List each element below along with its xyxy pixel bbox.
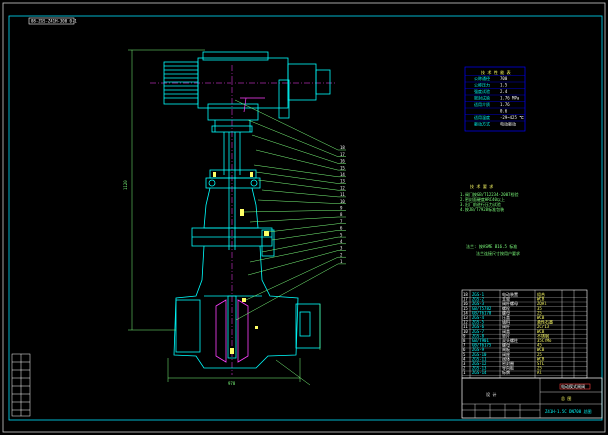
callout-number: 5 (340, 232, 343, 237)
note-4: 4.按JB/T7928标准包装 (460, 206, 504, 212)
spec-row-label: 密封试验 (474, 95, 490, 101)
callout-number: 4 (340, 239, 343, 244)
bom-cell: Al (537, 370, 542, 375)
callout-leader (249, 216, 339, 223)
callout-group: 18 17 1615 14 1312 11 10 98 7 65 4 32 1 (234, 99, 346, 321)
callout-number: 14 (340, 172, 345, 177)
spec-row-label: 公称压力 (474, 82, 490, 88)
callout-leader (257, 199, 339, 204)
seat-markers (230, 298, 258, 354)
callout-number: 2 (340, 252, 343, 257)
callout-number: 13 (340, 179, 345, 184)
electric-actuator (163, 51, 331, 133)
callout-number: 16 (340, 159, 345, 164)
callout-leader (245, 256, 339, 301)
callout-number: 12 (340, 185, 345, 190)
callout-number: 3 (340, 246, 343, 251)
width-dimension: 978 (228, 381, 236, 386)
callout-number: 7 (340, 219, 343, 224)
bolt-markers (213, 172, 269, 236)
bonnet (191, 187, 275, 257)
spec-row-value: 700 (500, 76, 508, 81)
bom-cell: ZGS-14 (472, 370, 487, 375)
spec-table: 技 术 性 能 表 公称通径 700 公称压力 1.5 强度试验 2.4 密封试验 1.76 … (464, 66, 526, 132)
sheet-name: 总 图 (561, 395, 571, 401)
spec-row-label: 公称通径 (474, 75, 490, 81)
spec-row-value: -29~425 ℃ (500, 115, 524, 120)
product-name: 电动楔式闸阀 (561, 383, 585, 389)
callout-leader (234, 99, 339, 151)
callout-number: 11 (340, 192, 345, 197)
title-block: 电动楔式闸阀 总 图 Z41H-1.5C DN700 总图 设 计 (461, 377, 603, 419)
callout-number: 17 (340, 152, 345, 157)
code-tag: 08-ZGS-Z41H-300 0-1 (31, 19, 77, 24)
callout-number: 10 (340, 199, 345, 204)
callout-number: 9 (340, 206, 343, 211)
spec-row-label: 适用介质 (474, 101, 490, 107)
bom-table: 18 ZGS-1 电动装置 组合17 ZGS-2 支架 WCB16 ZGS-3 阀杆螺母 ZQAl… (461, 289, 588, 379)
callout-number: 18 (340, 145, 345, 150)
spec-row-label: 适用温度 (474, 114, 490, 120)
notes-title: 技 术 要 求 (470, 183, 493, 189)
callout-leader (267, 223, 339, 233)
callout-number: 15 (340, 165, 345, 170)
callout-leader (257, 179, 339, 191)
tech-notes: 技 术 要 求 1.阀门按GB/T12234-2007检验 2.密封面硬度HRC… (460, 183, 519, 212)
spec-table-title: 技 术 性 能 表 (481, 69, 511, 75)
callout-leader (249, 243, 339, 263)
designer-label: 设 计 (486, 391, 496, 397)
spec-row-value: 1.76 MPa (500, 96, 520, 101)
yoke-stem (205, 132, 261, 250)
callout-leader (235, 263, 339, 321)
flange-note: 法兰: 按ASME B16.5 标准 法兰连接尺寸按用户要求 (466, 243, 520, 256)
spec-row-value: 电动驱动 (500, 121, 516, 127)
cad-drawing-canvas: 08-ZGS-Z41H-300 0-1 1120 978 18171615141… (2, 2, 606, 433)
revision-block (11, 353, 31, 417)
spec-row-value: 2.4 (500, 89, 508, 94)
spec-row-label: 强度试验 (474, 88, 490, 94)
callout-leader (243, 210, 339, 213)
callout-number: 6 (340, 226, 343, 231)
spec-row-value: 1.76 (500, 102, 510, 107)
valve-body (173, 245, 321, 369)
callout-leader (261, 236, 339, 253)
callout-number: 8 (340, 212, 343, 217)
callout-number: 1 (340, 259, 343, 264)
bom-cell: 标牌 (502, 369, 510, 375)
flange-note-1: 法兰: 按ASME B16.5 标准 (466, 243, 517, 249)
flange-note-2: 法兰连接尺寸按用户要求 (476, 250, 520, 256)
callout-leader (261, 189, 339, 198)
spec-row-value: 0.6 (500, 109, 508, 114)
spec-row-label: 驱动方式 (474, 121, 490, 127)
valve-drawing: 1120 978 (123, 49, 335, 386)
drawing-number: Z41H-1.5C DN700 总图 (545, 408, 592, 414)
height-dimension: 1120 (123, 180, 128, 190)
spec-row-value: 1.5 (500, 83, 508, 88)
drawing-frame (8, 15, 603, 421)
callout-leader (255, 171, 339, 184)
callout-leader (271, 230, 339, 241)
